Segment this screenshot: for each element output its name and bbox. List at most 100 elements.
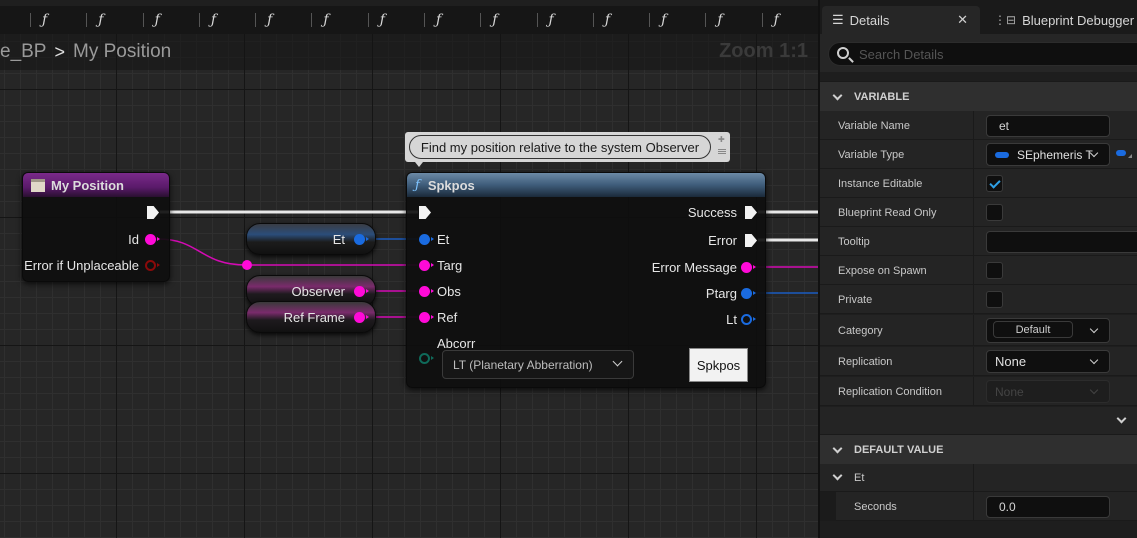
pin-comment-icon[interactable]: ✚ <box>718 136 726 144</box>
abcorr-dropdown-value: LT (Planetary Abberration) <box>453 357 593 372</box>
variable-node-label: Observer <box>291 284 345 299</box>
variable-node-et[interactable]: Et <box>246 223 376 255</box>
private-checkbox[interactable] <box>986 291 1003 308</box>
column-divider[interactable] <box>973 492 974 521</box>
pin-in-abcorr[interactable] <box>419 353 434 364</box>
pin-out-ptarg[interactable] <box>741 288 756 299</box>
row-label: Category <box>838 324 883 337</box>
spkpos-exec-in-pin[interactable] <box>419 206 431 219</box>
pin-in-et[interactable] <box>419 234 434 245</box>
container-type-corner-icon <box>1128 154 1132 158</box>
chevron-down-icon <box>1116 413 1127 424</box>
column-divider[interactable] <box>973 227 974 256</box>
chevron-down-icon <box>832 90 843 101</box>
pin-label-abcorr: Abcorr <box>437 336 476 351</box>
variable-out-pin[interactable] <box>354 286 369 297</box>
function-icon: ƒ <box>415 177 420 193</box>
column-divider[interactable] <box>973 111 974 140</box>
column-divider[interactable] <box>973 285 974 314</box>
search-icon <box>837 47 849 59</box>
pin-in-targ[interactable] <box>419 260 434 271</box>
tab-details[interactable]: ☰ Details ✕ <box>822 6 980 34</box>
tooltip-input[interactable] <box>986 231 1137 253</box>
section-title: VARIABLE <box>854 90 910 103</box>
pin-in-ref[interactable] <box>419 312 434 323</box>
entry-node-icon <box>31 178 45 192</box>
row-label: Tooltip <box>838 235 870 248</box>
variable-node-label: Et <box>332 232 345 247</box>
node-comment-bubble[interactable]: Find my position relative to the system … <box>405 132 730 167</box>
tab-blueprint-debugger[interactable]: ⋮⊟ Blueprint Debugger <box>988 6 1137 34</box>
row-expose-on-spawn: Expose on Spawn <box>820 256 1137 285</box>
advanced-properties-expander[interactable] <box>820 407 1137 435</box>
row-replication-condition: Replication Condition None <box>820 377 1137 406</box>
category-combo[interactable]: Default <box>986 318 1110 343</box>
variable-node-ref-frame[interactable]: Ref Frame <box>246 301 376 333</box>
column-divider[interactable] <box>973 198 974 227</box>
pin-out-error[interactable] <box>745 234 757 247</box>
pin-id[interactable] <box>145 234 160 245</box>
column-divider[interactable] <box>973 347 974 376</box>
pin-label-error-if-unplaceable: Error if Unplaceable <box>24 258 139 273</box>
blueprint-read-only-checkbox[interactable] <box>986 204 1003 221</box>
struct-type-pill-icon <box>995 151 1009 158</box>
section-default-value[interactable]: DEFAULT VALUE <box>820 434 1137 464</box>
column-divider[interactable] <box>973 377 974 406</box>
entry-node-header: My Position <box>23 173 169 197</box>
row-label: Private <box>838 293 873 306</box>
row-label: Instance Editable <box>838 177 923 190</box>
chevron-down-icon <box>1089 355 1099 365</box>
entry-exec-out-pin[interactable] <box>147 206 159 219</box>
section-variable[interactable]: VARIABLE <box>820 81 1137 111</box>
reroute-knot <box>242 260 252 270</box>
entry-node-title: My Position <box>51 177 124 193</box>
row-private: Private <box>820 285 1137 314</box>
column-divider[interactable] <box>973 256 974 285</box>
chevron-down-icon <box>832 443 843 454</box>
pin-label-lt: Lt <box>726 312 737 327</box>
variable-out-pin[interactable] <box>354 234 369 245</box>
category-input[interactable]: Default <box>993 321 1073 338</box>
abcorr-dropdown[interactable]: LT (Planetary Abberration) <box>442 350 634 379</box>
seconds-input[interactable]: 0.0 <box>986 496 1110 518</box>
pin-out-error-message[interactable] <box>741 262 756 273</box>
collapse-comment-icon[interactable] <box>718 149 726 155</box>
pin-error-if-unplaceable[interactable] <box>145 260 160 271</box>
pin-label-ref: Ref <box>437 310 458 325</box>
pin-in-obs[interactable] <box>419 286 434 297</box>
column-divider[interactable] <box>973 169 974 198</box>
row-replication: Replication None <box>820 347 1137 376</box>
variable-type-dropdown[interactable]: SEphemeris T <box>986 143 1110 166</box>
row-label: Blueprint Read Only <box>838 206 937 219</box>
variable-type-value: SEphemeris T <box>1017 147 1093 162</box>
spkpos-node-button[interactable]: Spkpos <box>689 348 748 382</box>
chevron-down-icon <box>1089 324 1099 334</box>
string-wire-id-to-reroute <box>157 238 247 266</box>
container-type-icon[interactable] <box>1116 150 1126 156</box>
variable-out-pin[interactable] <box>354 312 369 323</box>
search-row: Search Details <box>820 34 1137 72</box>
pin-label-id: Id <box>128 232 139 247</box>
struct-et-header[interactable]: Et <box>820 464 1137 492</box>
blueprint-graph-canvas[interactable]: ƒƒƒƒƒƒƒƒƒƒƒƒƒƒ e_BP > My Position Zoom 1… <box>0 0 818 538</box>
spkpos-node-title: Spkpos <box>427 177 475 193</box>
column-divider[interactable] <box>973 140 974 169</box>
function-entry-node[interactable]: My Position Id Error if Unplaceable <box>22 172 170 282</box>
row-label: Replication <box>838 355 893 368</box>
pin-label-targ: Targ <box>437 258 463 273</box>
panel-tab-bar: ☰ Details ✕ ⋮⊟ Blueprint Debugger <box>820 0 1137 34</box>
replication-dropdown[interactable]: None <box>986 350 1110 373</box>
expose-on-spawn-checkbox[interactable] <box>986 262 1003 279</box>
column-divider[interactable] <box>973 315 974 346</box>
pin-out-success[interactable] <box>745 206 757 219</box>
struct-label: Et <box>854 472 865 484</box>
comment-tail <box>415 162 423 167</box>
variable-name-input[interactable]: et <box>986 115 1110 137</box>
column-divider[interactable] <box>973 464 974 492</box>
pin-out-lt[interactable] <box>741 314 756 325</box>
close-icon[interactable]: ✕ <box>957 12 968 28</box>
details-panel: ☰ Details ✕ ⋮⊟ Blueprint Debugger Search… <box>818 0 1137 538</box>
search-details-input[interactable]: Search Details <box>828 42 1137 66</box>
pin-label-success: Success <box>687 205 737 220</box>
instance-editable-checkbox[interactable] <box>986 175 1003 192</box>
